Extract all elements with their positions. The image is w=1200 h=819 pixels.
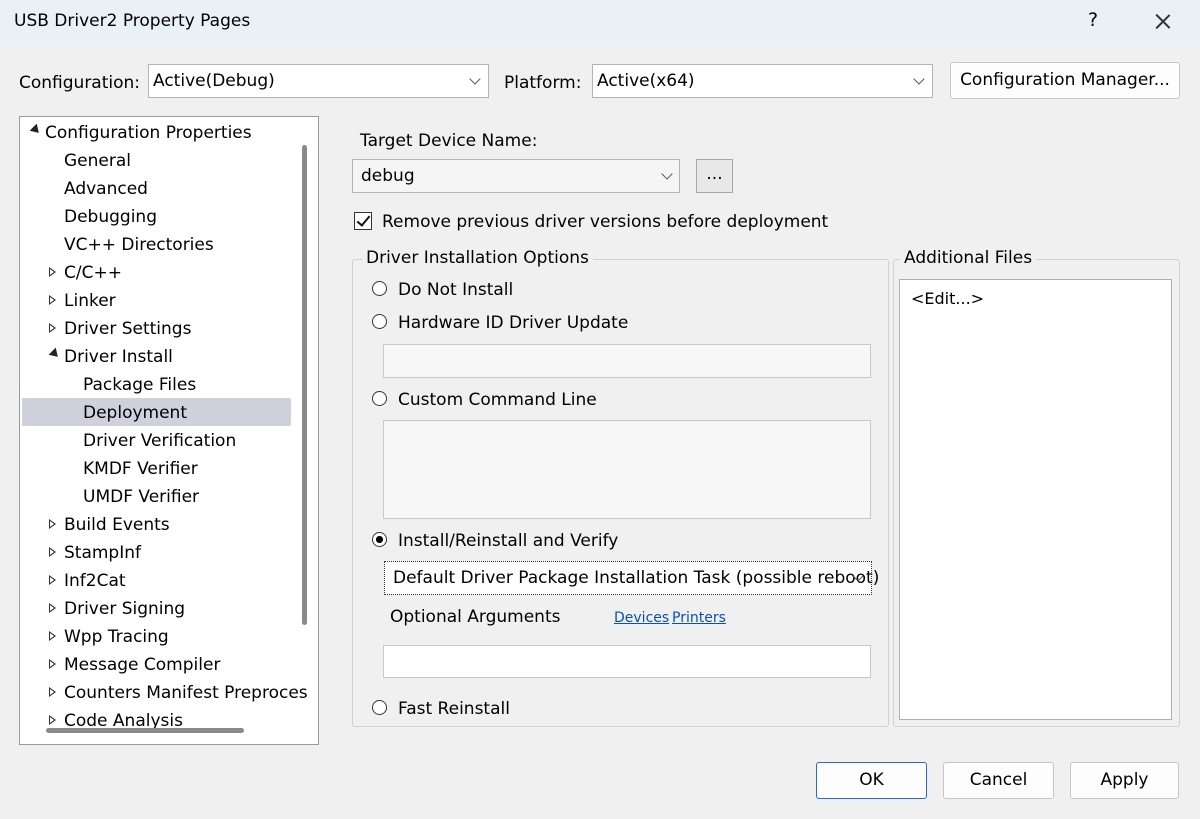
tree-item-inf2cat[interactable]: Inf2Cat bbox=[64, 569, 126, 593]
tree-item-driver-signing[interactable]: Driver Signing bbox=[64, 597, 185, 621]
collapsed-arrow-icon[interactable] bbox=[49, 631, 56, 641]
tree-item-c-cpp[interactable]: C/C++ bbox=[64, 261, 122, 285]
install-options-title: Driver Installation Options bbox=[362, 248, 593, 268]
radio-fast-reinstall[interactable] bbox=[372, 700, 387, 715]
tree-item-configuration-properties[interactable]: Configuration Properties bbox=[45, 121, 252, 145]
tree-item-driver-settings[interactable]: Driver Settings bbox=[64, 317, 191, 341]
collapsed-arrow-icon[interactable] bbox=[49, 323, 56, 333]
chevron-down-icon bbox=[661, 168, 673, 180]
target-device-label: Target Device Name: bbox=[360, 131, 538, 151]
ok-button[interactable]: OK bbox=[816, 762, 927, 799]
tree-item-deployment[interactable]: Deployment bbox=[83, 401, 187, 425]
help-button[interactable]: ? bbox=[1083, 9, 1103, 31]
configuration-combo[interactable]: Active(Debug) bbox=[148, 64, 489, 98]
browse-device-button[interactable]: ... bbox=[696, 159, 733, 193]
edit-files-link[interactable]: <Edit...> bbox=[911, 289, 984, 308]
installation-task-combo[interactable]: Default Driver Package Installation Task… bbox=[384, 561, 879, 595]
additional-files-title: Additional Files bbox=[900, 248, 1037, 268]
hardware-id-field[interactable] bbox=[383, 344, 871, 378]
custom-command-field[interactable] bbox=[383, 420, 871, 519]
configuration-manager-button[interactable]: Configuration Manager... bbox=[950, 62, 1180, 99]
tree-item-linker[interactable]: Linker bbox=[64, 289, 116, 313]
tree-item-driver-install[interactable]: Driver Install bbox=[64, 345, 173, 369]
radio-hardware-id[interactable] bbox=[372, 314, 387, 329]
tree-item-stampinf[interactable]: StampInf bbox=[64, 541, 141, 565]
configuration-value: Active(Debug) bbox=[153, 71, 275, 91]
cancel-button[interactable]: Cancel bbox=[943, 762, 1054, 799]
collapsed-arrow-icon[interactable] bbox=[49, 519, 56, 529]
property-tree[interactable]: Configuration Properties General Advance… bbox=[19, 116, 319, 745]
tree-item-advanced[interactable]: Advanced bbox=[64, 177, 148, 201]
optional-arguments-label: Optional Arguments bbox=[390, 607, 561, 627]
printers-link[interactable]: Printers bbox=[672, 610, 726, 626]
tree-item-debugging[interactable]: Debugging bbox=[64, 205, 157, 229]
remove-previous-checkbox[interactable] bbox=[354, 212, 372, 230]
tree-item-wpp-tracing[interactable]: Wpp Tracing bbox=[64, 625, 169, 649]
collapsed-arrow-icon[interactable] bbox=[49, 603, 56, 613]
collapsed-arrow-icon[interactable] bbox=[49, 659, 56, 669]
tree-item-package-files[interactable]: Package Files bbox=[83, 373, 196, 397]
close-button[interactable] bbox=[1152, 8, 1174, 34]
target-device-value: debug bbox=[361, 166, 415, 186]
radio-custom-command[interactable] bbox=[372, 391, 387, 406]
tree-item-counters-manifest[interactable]: Counters Manifest Preproces bbox=[64, 681, 308, 705]
hardware-id-label: Hardware ID Driver Update bbox=[398, 313, 629, 333]
target-device-combo[interactable]: debug bbox=[352, 159, 680, 193]
platform-value: Active(x64) bbox=[597, 71, 695, 91]
remove-previous-label: Remove previous driver versions before d… bbox=[382, 212, 829, 232]
radio-install-reinstall[interactable] bbox=[372, 532, 387, 547]
tree-item-umdf-verifier[interactable]: UMDF Verifier bbox=[83, 485, 199, 509]
window-title: USB Driver2 Property Pages bbox=[14, 11, 251, 31]
devices-link[interactable]: Devices bbox=[614, 610, 669, 626]
collapsed-arrow-icon[interactable] bbox=[49, 547, 56, 557]
collapsed-arrow-icon[interactable] bbox=[49, 687, 56, 697]
expanded-arrow-icon[interactable] bbox=[48, 347, 62, 361]
platform-label: Platform: bbox=[504, 73, 582, 93]
collapsed-arrow-icon[interactable] bbox=[49, 575, 56, 585]
tree-vertical-scrollbar[interactable] bbox=[302, 145, 307, 625]
tree-item-message-compiler[interactable]: Message Compiler bbox=[64, 653, 220, 677]
tree-item-driver-verification[interactable]: Driver Verification bbox=[83, 429, 236, 453]
chevron-down-icon bbox=[913, 73, 925, 85]
platform-combo[interactable]: Active(x64) bbox=[592, 64, 933, 98]
tree-item-build-events[interactable]: Build Events bbox=[64, 513, 170, 537]
configuration-label: Configuration: bbox=[19, 73, 141, 93]
additional-files-list[interactable]: <Edit...> bbox=[899, 279, 1172, 720]
collapsed-arrow-icon[interactable] bbox=[49, 295, 56, 305]
tree-item-vcpp-directories[interactable]: VC++ Directories bbox=[64, 233, 214, 257]
collapsed-arrow-icon[interactable] bbox=[49, 267, 56, 277]
optional-arguments-field[interactable] bbox=[383, 645, 871, 678]
apply-button[interactable]: Apply bbox=[1070, 762, 1179, 799]
install-reinstall-label: Install/Reinstall and Verify bbox=[398, 531, 619, 551]
radio-do-not-install[interactable] bbox=[372, 281, 387, 296]
custom-command-label: Custom Command Line bbox=[398, 390, 597, 410]
do-not-install-label: Do Not Install bbox=[398, 280, 514, 300]
installation-task-value: Default Driver Package Installation Task… bbox=[393, 568, 880, 588]
chevron-down-icon bbox=[469, 73, 481, 85]
tree-item-kmdf-verifier[interactable]: KMDF Verifier bbox=[83, 457, 198, 481]
collapsed-arrow-icon[interactable] bbox=[49, 715, 56, 725]
tree-item-general[interactable]: General bbox=[64, 149, 131, 173]
tree-horizontal-scrollbar[interactable] bbox=[46, 728, 244, 733]
fast-reinstall-label: Fast Reinstall bbox=[398, 699, 510, 719]
expanded-arrow-icon[interactable] bbox=[29, 123, 43, 137]
